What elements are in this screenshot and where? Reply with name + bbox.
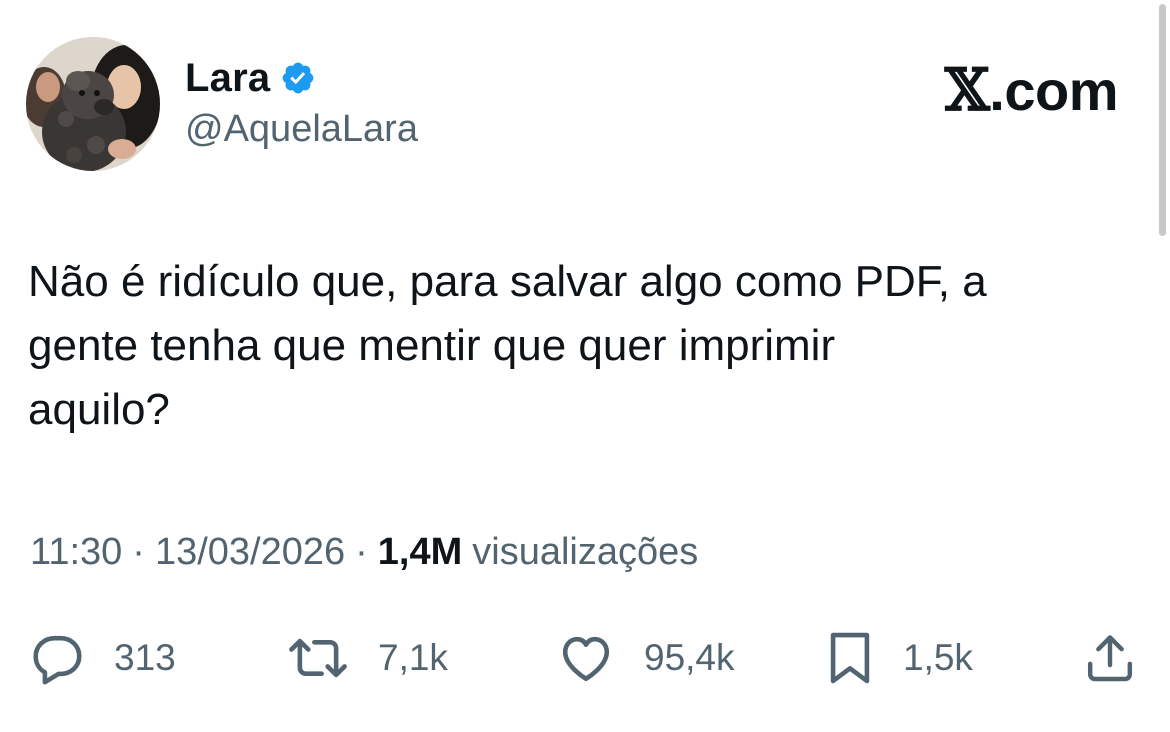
meta-separator: · [355,531,368,573]
like-button[interactable]: 95,4k [556,620,735,696]
bookmark-icon [830,632,870,684]
bookmark-count: 1,5k [903,637,973,678]
reply-button[interactable]: 313 [28,620,176,696]
tweet-time[interactable]: 11:30 [30,531,122,574]
display-name[interactable]: Lara [185,56,270,101]
user-handle[interactable]: @AquelaLara [185,108,418,151]
reply-icon [33,635,82,685]
scrollbar[interactable] [1159,4,1166,236]
heart-icon [562,636,610,682]
display-name-row[interactable]: Lara [185,50,316,106]
avatar[interactable] [26,37,160,171]
retweet-icon [289,638,347,678]
like-count: 95,4k [644,637,735,678]
reply-count: 313 [114,637,176,678]
retweet-count: 7,1k [378,637,448,678]
views-count[interactable]: 1,4M [378,531,462,574]
views-label[interactable]: visualizações [472,531,698,574]
share-button[interactable] [1082,620,1138,696]
bookmark-button[interactable]: 1,5k [825,620,973,696]
brand-suffix: .com [989,58,1118,122]
share-icon [1087,635,1133,682]
meta-separator: · [132,531,145,573]
tweet-date[interactable]: 13/03/2026 [155,531,345,574]
tweet-meta: 11:30 · 13/03/2026 · 1,4M visualizações [30,531,698,574]
verified-badge-icon [280,60,316,96]
x-logo-icon: 𝕏 [944,56,990,124]
avatar-photo [26,37,160,171]
action-bar: 313 7,1k 95,4k 1,5k [0,620,1170,696]
retweet-button[interactable]: 7,1k [286,620,448,696]
brand-logo: 𝕏 .com [944,56,1119,124]
tweet-text: Não é ridículo que, para salvar algo com… [28,257,987,434]
